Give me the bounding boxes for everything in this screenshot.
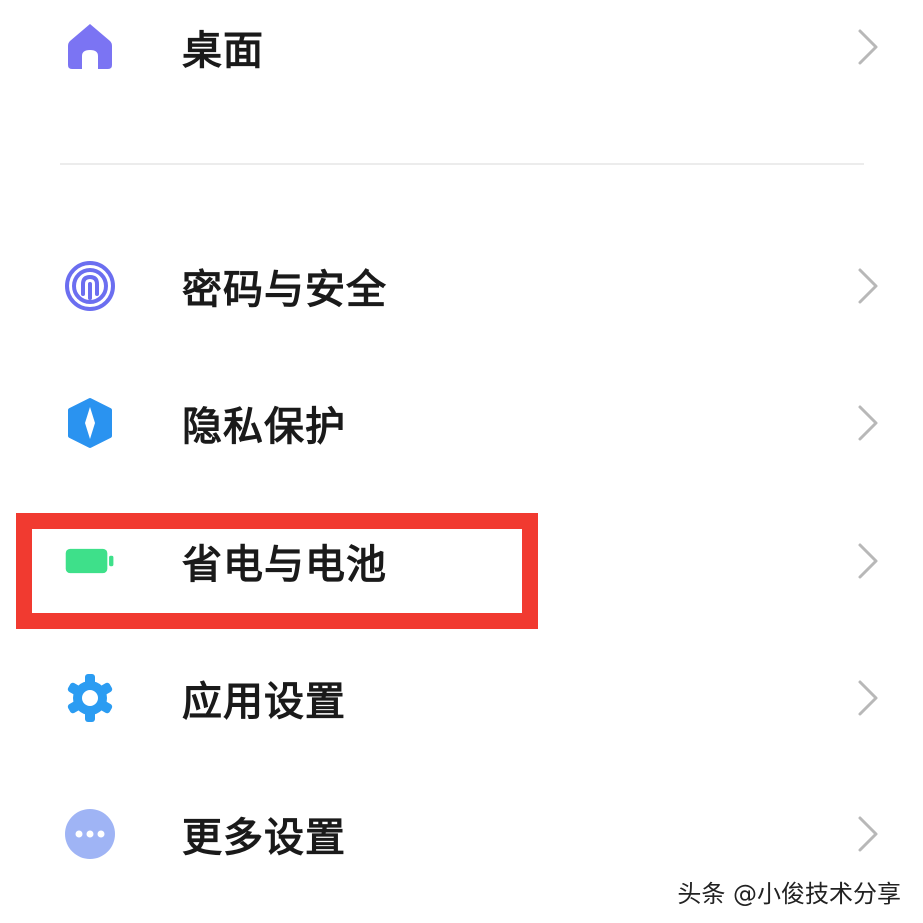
chevron-right-icon xyxy=(852,678,882,718)
settings-item-battery[interactable]: 省电与电池 xyxy=(0,506,923,616)
battery-icon xyxy=(64,535,116,587)
privacy-shield-icon xyxy=(64,397,116,449)
settings-item-more-settings[interactable]: 更多设置 xyxy=(0,779,923,889)
settings-item-desktop[interactable]: 桌面 xyxy=(0,0,923,102)
settings-item-privacy[interactable]: 隐私保护 xyxy=(0,368,923,478)
settings-item-app-settings[interactable]: 应用设置 xyxy=(0,643,923,753)
gear-icon xyxy=(64,672,116,724)
settings-item-label: 隐私保护 xyxy=(182,404,346,450)
watermark-text: 头条 @小俊技术分享 xyxy=(677,880,901,908)
settings-item-label: 应用设置 xyxy=(182,679,346,725)
chevron-right-icon xyxy=(852,27,882,67)
chevron-right-icon xyxy=(852,814,882,854)
settings-item-label: 密码与安全 xyxy=(182,267,387,313)
settings-item-password-security[interactable]: 密码与安全 xyxy=(0,231,923,341)
settings-item-label: 省电与电池 xyxy=(182,542,387,588)
chevron-right-icon xyxy=(852,266,882,306)
fingerprint-icon xyxy=(64,260,116,312)
settings-item-label: 更多设置 xyxy=(182,815,346,861)
home-icon xyxy=(64,21,116,73)
chevron-right-icon xyxy=(852,403,882,443)
chevron-right-icon xyxy=(852,541,882,581)
section-divider xyxy=(60,163,864,165)
more-dots-icon xyxy=(64,808,116,860)
settings-item-label: 桌面 xyxy=(182,28,264,74)
